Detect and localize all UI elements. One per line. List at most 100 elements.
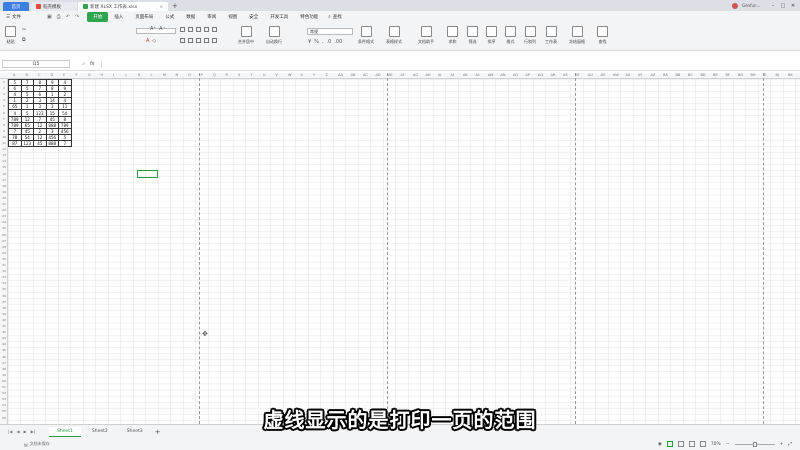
distribute-icon[interactable] [212, 38, 217, 43]
column-header[interactable]: AX [626, 73, 631, 77]
row-header[interactable]: 48 [0, 367, 8, 371]
row-header[interactable]: 20 [0, 196, 8, 200]
view-page-layout-button[interactable] [677, 441, 684, 447]
tab-docer-templates[interactable]: 稻壳模板 [31, 2, 77, 11]
selected-cell[interactable] [137, 170, 158, 178]
row-header[interactable]: 33 [0, 275, 8, 279]
row-header[interactable]: 8 [0, 123, 8, 127]
column-header[interactable]: E [63, 73, 65, 77]
column-header[interactable]: F [76, 73, 78, 77]
fullscreen-icon[interactable]: ⤢ [788, 441, 792, 447]
column-header[interactable]: AH [426, 73, 431, 77]
row-header[interactable]: 32 [0, 269, 8, 273]
row-header[interactable]: 5 [0, 104, 8, 108]
row-header[interactable]: 19 [0, 190, 8, 194]
column-header[interactable]: X [301, 73, 303, 77]
column-header[interactable]: AD [376, 73, 381, 77]
row-header[interactable]: 51 [0, 385, 8, 389]
close-tab-icon[interactable]: ✕ [160, 4, 163, 9]
zoom-slider[interactable] [734, 441, 775, 447]
row-header[interactable]: 53 [0, 397, 8, 401]
row-header[interactable]: 21 [0, 202, 8, 206]
column-header[interactable]: AP [526, 73, 531, 77]
align-middle-icon[interactable] [188, 27, 193, 32]
table-row[interactable]: 789 65 12 888 789 [8, 121, 72, 129]
outdent-icon[interactable] [212, 27, 217, 32]
column-header[interactable]: AF [401, 73, 405, 77]
table-cell[interactable]: 45 [33, 139, 47, 148]
view-page-break-button[interactable] [688, 441, 695, 447]
thousands-icon[interactable]: , [322, 39, 324, 45]
font-color-icon[interactable]: A [146, 38, 149, 44]
user-name[interactable]: Genfun... [742, 3, 766, 8]
row-header[interactable]: 4 [0, 98, 8, 102]
column-header[interactable]: AL [476, 73, 480, 77]
save-icon[interactable]: ▣ [47, 14, 52, 20]
tab-security[interactable]: 安全 [243, 12, 264, 22]
row-header[interactable]: 10 [0, 135, 8, 139]
row-header[interactable]: 46 [0, 355, 8, 359]
conditional-format-button[interactable]: 条件格式 [358, 26, 374, 45]
merge-center-button[interactable]: 合并居中 [238, 26, 254, 45]
align-center-icon[interactable] [188, 38, 193, 43]
table-row[interactable]: 87 123 45 888 7 [8, 139, 72, 148]
row-header[interactable]: 40 [0, 318, 8, 322]
row-header[interactable]: 9 [0, 129, 8, 133]
row-header[interactable]: 16 [0, 172, 8, 176]
row-header[interactable]: 6 [0, 111, 8, 115]
column-header[interactable]: J [126, 73, 127, 77]
tab-view[interactable]: 视图 [222, 12, 243, 22]
format-button[interactable]: 格式 [505, 26, 516, 45]
tab-review[interactable]: 审阅 [201, 12, 222, 22]
zoom-out-icon[interactable]: − [726, 442, 730, 447]
row-header[interactable]: 36 [0, 294, 8, 298]
column-header[interactable]: Y [313, 73, 315, 77]
sort-button[interactable]: 排序 [486, 26, 497, 45]
row-header[interactable]: 44 [0, 342, 8, 346]
column-header[interactable]: L [151, 73, 153, 77]
row-header[interactable]: 15 [0, 165, 8, 169]
column-header[interactable]: BG [738, 73, 743, 77]
row-header[interactable]: 34 [0, 281, 8, 285]
column-header[interactable]: I [113, 73, 114, 77]
column-header[interactable]: AV [601, 73, 606, 77]
row-header[interactable]: 38 [0, 306, 8, 310]
cell-area[interactable] [8, 79, 800, 424]
column-header[interactable]: AB [351, 73, 356, 77]
column-header[interactable]: AG [413, 73, 418, 77]
column-header[interactable]: C [38, 73, 40, 77]
tab-developer[interactable]: 开发工具 [264, 12, 294, 22]
column-header[interactable]: AW [613, 73, 619, 77]
row-header[interactable]: 50 [0, 379, 8, 383]
row-header[interactable]: 47 [0, 361, 8, 365]
row-header[interactable]: 17 [0, 178, 8, 182]
column-header[interactable]: AA [338, 73, 343, 77]
row-header[interactable]: 31 [0, 263, 8, 267]
cut-icon[interactable]: ✂ [22, 27, 26, 33]
name-box[interactable]: I15 [2, 60, 70, 68]
column-header[interactable]: T [251, 73, 253, 77]
column-header[interactable]: K [138, 73, 140, 77]
tab-page-layout[interactable]: 页面布局 [129, 12, 159, 22]
row-header[interactable]: 18 [0, 184, 8, 188]
row-header[interactable]: 3 [0, 92, 8, 96]
row-header[interactable]: 45 [0, 348, 8, 352]
avatar[interactable] [732, 2, 738, 9]
view-normal-button[interactable] [666, 441, 673, 447]
zoom-level[interactable]: 70% [711, 442, 721, 447]
tab-formulas[interactable]: 公式 [159, 12, 180, 22]
column-header[interactable]: H [101, 73, 104, 77]
fill-color-icon[interactable]: ◇ [152, 38, 156, 44]
copy-icon[interactable]: ⧉ [22, 37, 26, 43]
row-header[interactable]: 1 [0, 80, 8, 84]
wrap-text-button[interactable]: 自动换行 [266, 26, 282, 45]
row-header[interactable]: 11 [0, 141, 8, 145]
doc-helper-button[interactable]: 文档助手 [418, 26, 434, 45]
reading-mode-button[interactable] [699, 441, 706, 447]
tab-workbook[interactable]: 新建 XLSX 工作表.xlsx ✕ [78, 2, 168, 11]
row-header[interactable]: 14 [0, 159, 8, 163]
column-header[interactable]: AS [563, 73, 568, 77]
zoom-search-icon[interactable]: ⌕ [82, 61, 85, 67]
column-header[interactable]: AK [463, 73, 468, 77]
column-header[interactable]: O [188, 73, 191, 77]
